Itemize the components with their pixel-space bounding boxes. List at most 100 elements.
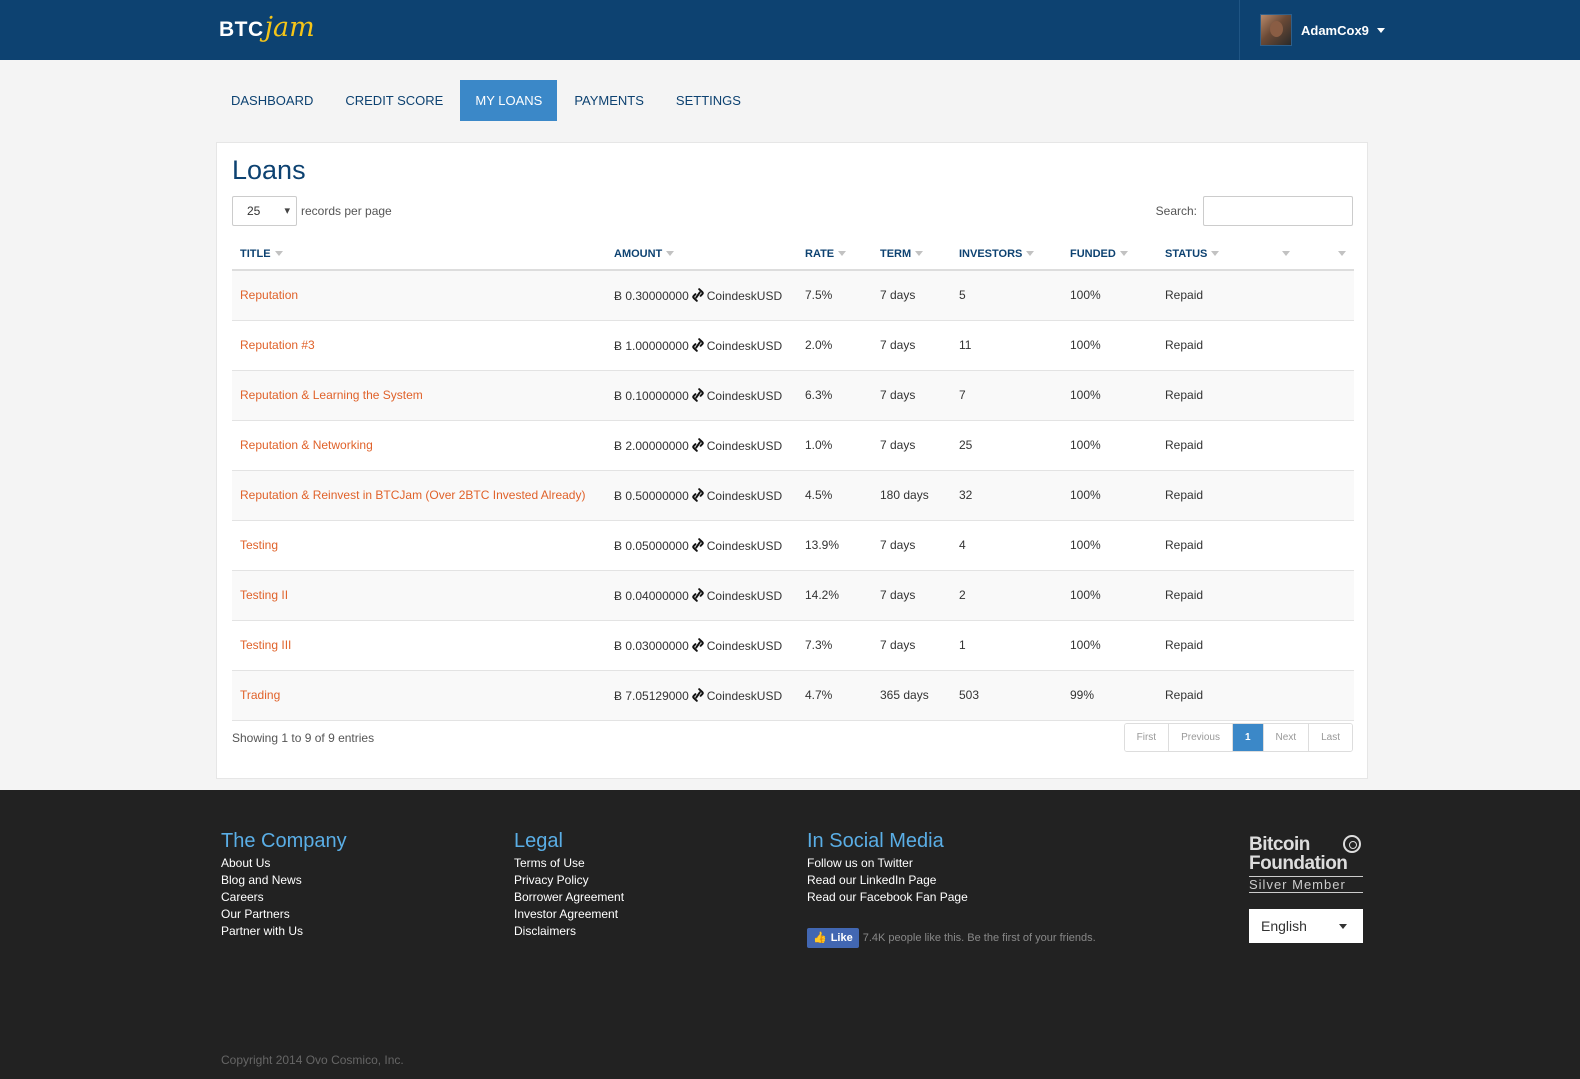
rate-source: CoindeskUSD [706,388,783,403]
cell-funded: 100% [1062,270,1157,321]
chain-link-icon [692,337,704,352]
loan-title-link[interactable]: Testing II [240,588,288,602]
loan-title-link[interactable]: Reputation & Learning the System [240,388,423,402]
footer-company-title: The Company [221,830,347,852]
link-blog-and-news[interactable]: Blog and News [221,872,347,889]
tab-my-loans[interactable]: My Loans [460,80,558,121]
cell-rate: 4.7% [797,670,872,721]
cell-amount: Ƀ 0.05000000 CoindeskUSD [606,520,797,571]
cell-extra-2 [1298,470,1354,521]
language-select[interactable]: English [1249,909,1363,943]
col-investors[interactable]: Investors [951,237,1062,271]
search-input[interactable] [1203,196,1353,226]
search-label: Search: [1155,204,1197,218]
cell-term: 7 days [872,520,951,571]
logo-btc-text: BTC [219,18,264,41]
link-investor-agreement[interactable]: Investor Agreement [514,906,624,923]
page-previous[interactable]: Previous [1169,724,1233,751]
page-1[interactable]: 1 [1232,724,1264,751]
rate-source: CoindeskUSD [706,638,783,653]
loans-panel: Loans 25 records per page Search: Title … [216,142,1368,779]
sort-icon [1211,251,1220,256]
like-count-text: 7.4K people like this. Be the first of y… [862,932,1096,944]
loan-title-link[interactable]: Testing [240,538,278,552]
per-page-select[interactable]: 25 [232,196,297,226]
cell-extra-1 [1251,670,1298,721]
currency-symbol: Ƀ [614,538,623,553]
link-facebook[interactable]: Read our Facebook Fan Page [807,889,968,906]
cell-title: Reputation & Reinvest in BTCJam (Over 2B… [232,470,606,521]
link-our-partners[interactable]: Our Partners [221,906,347,923]
link-linkedin[interactable]: Read our LinkedIn Page [807,872,968,889]
loan-title-link[interactable]: Reputation & Networking [240,438,373,452]
link-borrower-agreement[interactable]: Borrower Agreement [514,889,624,906]
cell-extra-1 [1251,620,1298,671]
cell-extra-2 [1298,320,1354,371]
badge-line-3: Silver Member [1249,876,1363,893]
cell-extra-1 [1251,520,1298,571]
link-partner-with-us[interactable]: Partner with Us [221,923,347,940]
amount-value: 0.30000000 [625,288,689,303]
btcjam-logo[interactable]: BTC jam [219,12,315,46]
cell-extra-1 [1251,270,1298,321]
cell-rate: 7.5% [797,270,872,321]
amount-value: 1.00000000 [625,338,689,353]
col-status[interactable]: Status [1157,237,1251,271]
chain-link-icon [692,537,704,552]
currency-symbol: Ƀ [614,288,623,303]
loan-title-link[interactable]: Trading [240,688,280,702]
tab-settings[interactable]: Settings [661,80,756,121]
col-funded[interactable]: Funded [1062,237,1157,271]
currency-symbol: Ƀ [614,588,623,603]
cell-status: Repaid [1157,320,1251,371]
page-first[interactable]: First [1124,724,1170,751]
tab-dashboard[interactable]: Dashboard [216,80,328,121]
page-last[interactable]: Last [1309,724,1352,751]
cell-funded: 100% [1062,570,1157,621]
table-info: Showing 1 to 9 of 9 entries [232,731,375,745]
bitcoin-foundation-icon [1343,835,1361,853]
user-menu[interactable]: AdamCox9 [1260,14,1385,46]
amount-value: 0.05000000 [625,538,689,553]
loan-title-link[interactable]: Reputation #3 [240,338,315,352]
col-title[interactable]: Title [232,237,606,271]
col-term[interactable]: Term [872,237,951,271]
sort-icon [666,251,675,256]
table-row: Testing III Ƀ 0.03000000 CoindeskUSD 7.3% 7 … [232,620,1354,671]
records-per-page: 25 records per page [232,196,392,226]
loan-title-link[interactable]: Reputation & Reinvest in BTCJam (Over 2B… [240,488,585,502]
facebook-like-button[interactable]: 👍 Like [807,928,859,948]
cell-investors: 1 [951,620,1062,671]
col-amount[interactable]: Amount [606,237,797,271]
tab-credit-score[interactable]: Credit Score [330,80,458,121]
bitcoin-foundation-badge[interactable]: Bitcoin Foundation Silver Member [1249,835,1363,893]
tab-payments[interactable]: Payments [559,80,659,121]
cell-rate: 1.0% [797,420,872,471]
link-privacy-policy[interactable]: Privacy Policy [514,872,624,889]
currency-symbol: Ƀ [614,488,623,503]
cell-investors: 11 [951,320,1062,371]
currency-symbol: Ƀ [614,438,623,453]
link-twitter[interactable]: Follow us on Twitter [807,855,968,872]
footer-legal: Legal Terms of Use Privacy Policy Borrow… [514,830,624,940]
footer-social: In Social Media Follow us on Twitter Rea… [807,830,968,906]
link-terms-of-use[interactable]: Terms of Use [514,855,624,872]
link-disclaimers[interactable]: Disclaimers [514,923,624,940]
col-extra-1[interactable] [1251,237,1298,271]
avatar [1260,14,1292,46]
col-rate[interactable]: Rate [797,237,872,271]
cell-extra-2 [1298,420,1354,471]
facebook-like-widget: 👍 Like 7.4K people like this. Be the fir… [807,928,1096,948]
loan-title-link[interactable]: Testing III [240,638,291,652]
cell-status: Repaid [1157,420,1251,471]
table-row: Trading Ƀ 7.05129000 CoindeskUSD 4.7% 365 da… [232,670,1354,721]
loan-title-link[interactable]: Reputation [240,288,298,302]
table-row: Reputation & Reinvest in BTCJam (Over 2B… [232,470,1354,521]
search-box: Search: [1156,196,1353,226]
currency-symbol: Ƀ [614,688,623,703]
col-extra-2[interactable] [1298,237,1354,271]
link-about-us[interactable]: About Us [221,855,347,872]
page-next[interactable]: Next [1263,724,1310,751]
cell-investors: 503 [951,670,1062,721]
link-careers[interactable]: Careers [221,889,347,906]
